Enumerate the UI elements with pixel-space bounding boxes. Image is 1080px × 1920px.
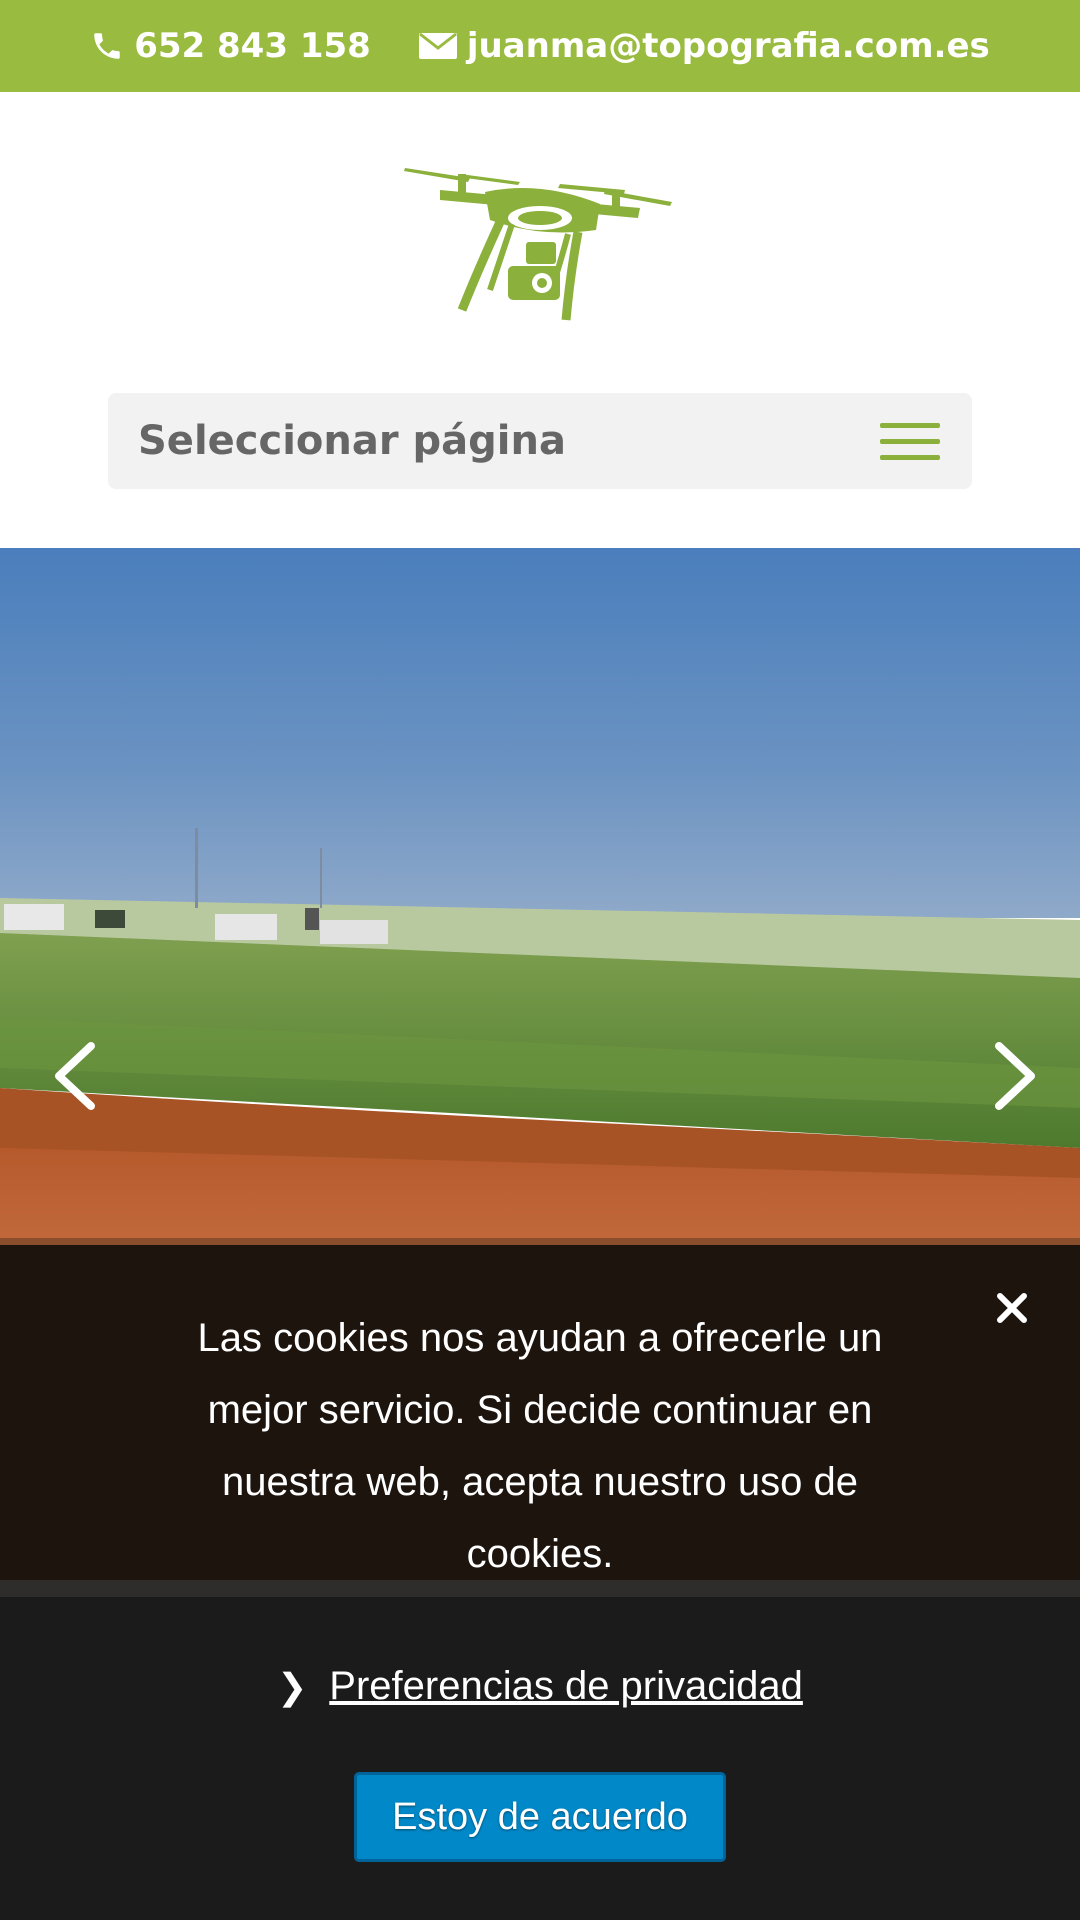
email-address: juanma@topografia.com.es	[466, 26, 990, 66]
cookie-banner-actions	[0, 1597, 1080, 1920]
chevron-right-icon: ❯	[277, 1666, 308, 1707]
accept-cookies-button[interactable]: Estoy de acuerdo	[354, 1772, 726, 1862]
phone-number: 652 843 158	[134, 26, 371, 66]
site-logo[interactable]	[400, 160, 680, 325]
phone-contact[interactable]: 652 843 158	[90, 26, 371, 66]
slider-prev-button[interactable]	[45, 1040, 105, 1112]
mobile-nav-select[interactable]: Seleccionar página	[108, 393, 972, 489]
contact-bar: 652 843 158 juanma@topografia.com.es	[0, 0, 1080, 92]
envelope-icon	[418, 32, 457, 59]
drone-icon	[404, 168, 672, 321]
cookie-message: Las cookies nos ayudan a ofrecerle un me…	[197, 1316, 883, 1576]
close-icon	[997, 1293, 1027, 1323]
chevron-right-icon	[995, 1042, 1035, 1110]
slider-next-button[interactable]	[985, 1040, 1045, 1112]
cookie-close-button[interactable]	[992, 1288, 1032, 1328]
nav-select-label: Seleccionar página	[138, 418, 566, 464]
phone-icon	[94, 33, 120, 59]
privacy-preferences-link[interactable]: ❯ Preferencias de privacidad	[0, 1664, 1080, 1709]
email-contact[interactable]: juanma@topografia.com.es	[418, 26, 990, 66]
chevron-left-icon	[55, 1042, 95, 1110]
privacy-preferences-label: Preferencias de privacidad	[329, 1664, 803, 1708]
hamburger-icon[interactable]	[880, 422, 940, 460]
